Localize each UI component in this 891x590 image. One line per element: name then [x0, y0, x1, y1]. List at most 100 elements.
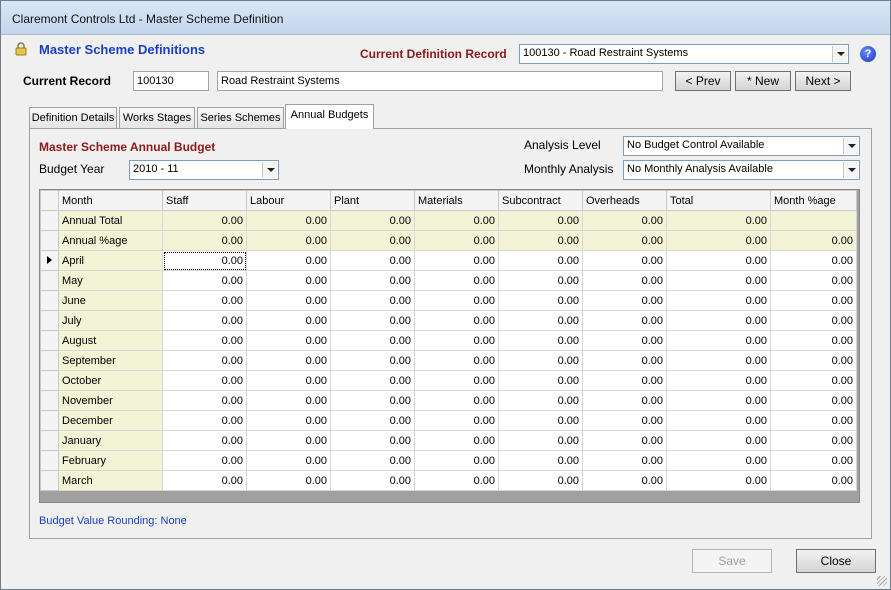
column-header[interactable]: Month %age — [770, 190, 857, 211]
value-cell[interactable]: 0.00 — [666, 450, 771, 471]
value-cell[interactable]: 0.00 — [414, 470, 499, 491]
table-row[interactable]: December 0.00 0.00 0.00 0.00 0.00 0.00 0.00 0.00 — [40, 410, 857, 431]
value-cell[interactable]: 0.00 — [582, 370, 667, 391]
table-row[interactable]: August 0.00 0.00 0.00 0.00 0.00 0.00 0.00 0.00 — [40, 330, 857, 351]
record-code-field[interactable]: 100130 — [133, 71, 209, 91]
column-header[interactable]: Plant — [330, 190, 415, 211]
value-cell[interactable]: 0.00 — [330, 450, 415, 471]
budget-year-select[interactable]: 2010 - 11 — [129, 160, 279, 180]
value-cell[interactable]: 0.00 — [246, 430, 331, 451]
table-row[interactable]: July 0.00 0.00 0.00 0.00 0.00 0.00 0.00 0.00 — [40, 310, 857, 331]
table-row[interactable]: February 0.00 0.00 0.00 0.00 0.00 0.00 0.00 0.00 — [40, 450, 857, 471]
value-cell[interactable]: 0.00 — [330, 370, 415, 391]
table-row[interactable]: May 0.00 0.00 0.00 0.00 0.00 0.00 0.00 0.00 — [40, 270, 857, 291]
resize-grip[interactable] — [877, 576, 887, 586]
value-cell[interactable]: 0.00 — [162, 410, 247, 431]
value-cell[interactable]: 0.00 — [246, 410, 331, 431]
analysis-level-select[interactable]: No Budget Control Available — [623, 136, 860, 156]
value-cell[interactable]: 0.00 — [246, 330, 331, 351]
tab-annual-budgets[interactable]: Annual Budgets — [285, 104, 374, 129]
value-cell[interactable]: 0.00 — [582, 390, 667, 411]
value-cell[interactable]: 0.00 — [246, 310, 331, 331]
row-selector[interactable] — [40, 470, 59, 491]
summary-row[interactable]: Annual %age 0.00 0.00 0.00 0.00 0.00 0.00 0.00 0… — [40, 230, 857, 251]
tab-definition-details[interactable]: Definition Details — [29, 107, 117, 129]
next-button[interactable]: Next > — [795, 71, 851, 91]
value-cell[interactable]: 0.00 — [666, 330, 771, 351]
value-cell[interactable]: 0.00 — [330, 270, 415, 291]
value-cell[interactable]: 0.00 — [666, 370, 771, 391]
value-cell[interactable]: 0.00 — [414, 310, 499, 331]
save-button[interactable]: Save — [692, 549, 772, 573]
chevron-down-icon[interactable] — [832, 46, 847, 62]
value-cell[interactable]: 0.00 — [666, 410, 771, 431]
value-cell[interactable]: 0.00 — [246, 470, 331, 491]
chevron-down-icon[interactable] — [843, 138, 858, 154]
value-cell[interactable]: 0.00 — [246, 250, 331, 271]
value-cell[interactable]: 0.00 — [414, 370, 499, 391]
tab-works-stages[interactable]: Works Stages — [119, 107, 195, 129]
value-cell[interactable]: 0.00 — [770, 250, 857, 271]
value-cell[interactable]: 0.00 — [770, 330, 857, 351]
value-cell[interactable]: 0.00 — [330, 430, 415, 451]
value-cell[interactable]: 0.00 — [770, 390, 857, 411]
row-selector[interactable] — [40, 430, 59, 451]
summary-row[interactable]: Annual Total 0.00 0.00 0.00 0.00 0.00 0.00 0.00 — [40, 210, 857, 231]
value-cell[interactable]: 0.00 — [498, 330, 583, 351]
value-cell[interactable]: 0.00 — [582, 470, 667, 491]
value-cell[interactable]: 0.00 — [770, 430, 857, 451]
value-cell[interactable]: 0.00 — [162, 430, 247, 451]
value-cell[interactable]: 0.00 — [414, 270, 499, 291]
value-cell[interactable]: 0.00 — [246, 370, 331, 391]
value-cell[interactable]: 0.00 — [582, 430, 667, 451]
prev-button[interactable]: < Prev — [675, 71, 731, 91]
row-selector[interactable] — [40, 230, 59, 251]
value-cell[interactable]: 0.00 — [414, 350, 499, 371]
current-definition-select[interactable]: 100130 - Road Restraint Systems — [519, 44, 849, 64]
value-cell[interactable]: 0.00 — [414, 390, 499, 411]
value-cell[interactable]: 0.00 — [498, 390, 583, 411]
value-cell[interactable]: 0.00 — [666, 250, 771, 271]
value-cell[interactable]: 0.00 — [498, 290, 583, 311]
value-cell[interactable]: 0.00 — [498, 270, 583, 291]
value-cell[interactable]: 0.00 — [330, 470, 415, 491]
value-cell[interactable]: 0.00 — [330, 390, 415, 411]
table-row[interactable]: April 0.00 0.00 0.00 0.00 0.00 0.00 0.00 0.00 — [40, 250, 857, 271]
column-header[interactable]: Materials — [414, 190, 499, 211]
value-cell[interactable]: 0.00 — [414, 290, 499, 311]
row-selector[interactable] — [40, 310, 59, 331]
value-cell[interactable]: 0.00 — [162, 450, 247, 471]
value-cell[interactable]: 0.00 — [414, 430, 499, 451]
value-cell[interactable]: 0.00 — [770, 270, 857, 291]
tab-series-schemes[interactable]: Series Schemes — [197, 107, 284, 129]
table-row[interactable]: June 0.00 0.00 0.00 0.00 0.00 0.00 0.00 0.00 — [40, 290, 857, 311]
value-cell[interactable]: 0.00 — [666, 270, 771, 291]
value-cell[interactable]: 0.00 — [582, 410, 667, 431]
value-cell[interactable]: 0.00 — [246, 350, 331, 371]
column-header[interactable]: Total — [666, 190, 771, 211]
row-selector[interactable] — [40, 330, 59, 351]
record-name-field[interactable]: Road Restraint Systems — [217, 71, 663, 91]
value-cell[interactable]: 0.00 — [582, 350, 667, 371]
budget-grid[interactable]: Month Staff Labour Plant Materials Subco… — [39, 189, 860, 503]
value-cell[interactable]: 0.00 — [414, 330, 499, 351]
row-selector[interactable] — [40, 350, 59, 371]
value-cell[interactable]: 0.00 — [330, 330, 415, 351]
table-row[interactable]: March 0.00 0.00 0.00 0.00 0.00 0.00 0.00 0.00 — [40, 470, 857, 491]
value-cell[interactable]: 0.00 — [582, 290, 667, 311]
row-selector[interactable] — [40, 450, 59, 471]
value-cell[interactable]: 0.00 — [162, 370, 247, 391]
row-selector[interactable] — [40, 290, 59, 311]
value-cell[interactable]: 0.00 — [162, 350, 247, 371]
value-cell[interactable]: 0.00 — [414, 410, 499, 431]
value-cell[interactable]: 0.00 — [498, 250, 583, 271]
column-header[interactable]: Overheads — [582, 190, 667, 211]
value-cell[interactable]: 0.00 — [770, 370, 857, 391]
value-cell[interactable]: 0.00 — [666, 290, 771, 311]
row-selector[interactable] — [40, 370, 59, 391]
value-cell[interactable]: 0.00 — [498, 470, 583, 491]
close-button[interactable]: Close — [796, 549, 876, 573]
value-cell[interactable]: 0.00 — [246, 290, 331, 311]
value-cell[interactable]: 0.00 — [246, 270, 331, 291]
new-button[interactable]: * New — [735, 71, 791, 91]
